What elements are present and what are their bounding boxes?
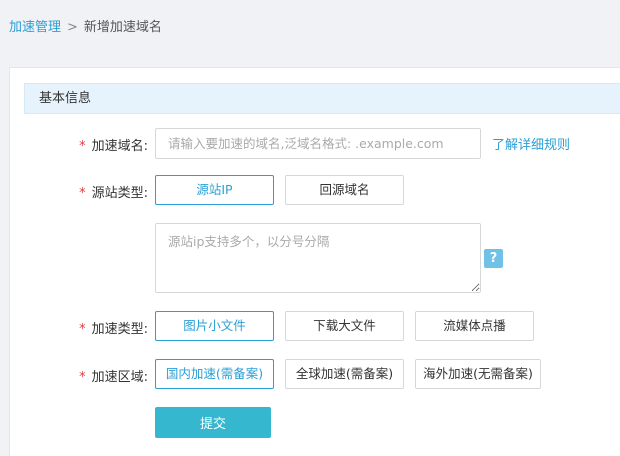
accel-type-option-streaming[interactable]: 流媒体点播 — [415, 311, 534, 341]
breadcrumb-current: 新增加速域名 — [83, 20, 162, 35]
origin-type-label-row: * 源站类型: — [10, 182, 148, 201]
accel-region-option-domestic[interactable]: 国内加速(需备案) — [155, 359, 274, 389]
origin-type-option-ip[interactable]: 源站IP — [155, 175, 274, 205]
required-mark: * — [79, 186, 86, 201]
origin-ip-textarea[interactable] — [155, 223, 481, 293]
domain-rules-link[interactable]: 了解详细规则 — [492, 134, 570, 153]
accel-region-option-overseas[interactable]: 海外加速(无需备案) — [415, 359, 541, 389]
accel-region-label: 加速区域: — [91, 370, 148, 385]
section-title: 基本信息 — [24, 83, 620, 114]
required-mark: * — [79, 139, 86, 154]
required-mark: * — [79, 370, 86, 385]
origin-type-label: 源站类型: — [91, 186, 148, 201]
breadcrumb-parent-link[interactable]: 加速管理 — [9, 20, 61, 35]
accel-type-label: 加速类型: — [91, 322, 148, 337]
origin-type-option-domain[interactable]: 回源域名 — [285, 175, 404, 205]
accel-type-option-large-files[interactable]: 下载大文件 — [285, 311, 404, 341]
accel-type-option-small-files[interactable]: 图片小文件 — [155, 311, 274, 341]
submit-button[interactable]: 提交 — [155, 407, 271, 438]
domain-input[interactable] — [155, 128, 481, 159]
breadcrumb: 加速管理 > 新增加速域名 — [9, 16, 162, 35]
breadcrumb-separator: > — [67, 20, 78, 35]
accel-region-option-global[interactable]: 全球加速(需备案) — [285, 359, 404, 389]
help-icon[interactable]: ? — [484, 249, 503, 268]
domain-label: 加速域名: — [91, 139, 148, 154]
required-mark: * — [79, 322, 86, 337]
domain-label-row: * 加速域名: — [10, 135, 148, 154]
accel-region-label-row: * 加速区域: — [10, 366, 148, 385]
form-panel: 基本信息 * 加速域名: 了解详细规则 * 源站类型: 源站IP 回源域名 ? * 加… — [9, 67, 620, 456]
accel-type-label-row: * 加速类型: — [10, 318, 148, 337]
